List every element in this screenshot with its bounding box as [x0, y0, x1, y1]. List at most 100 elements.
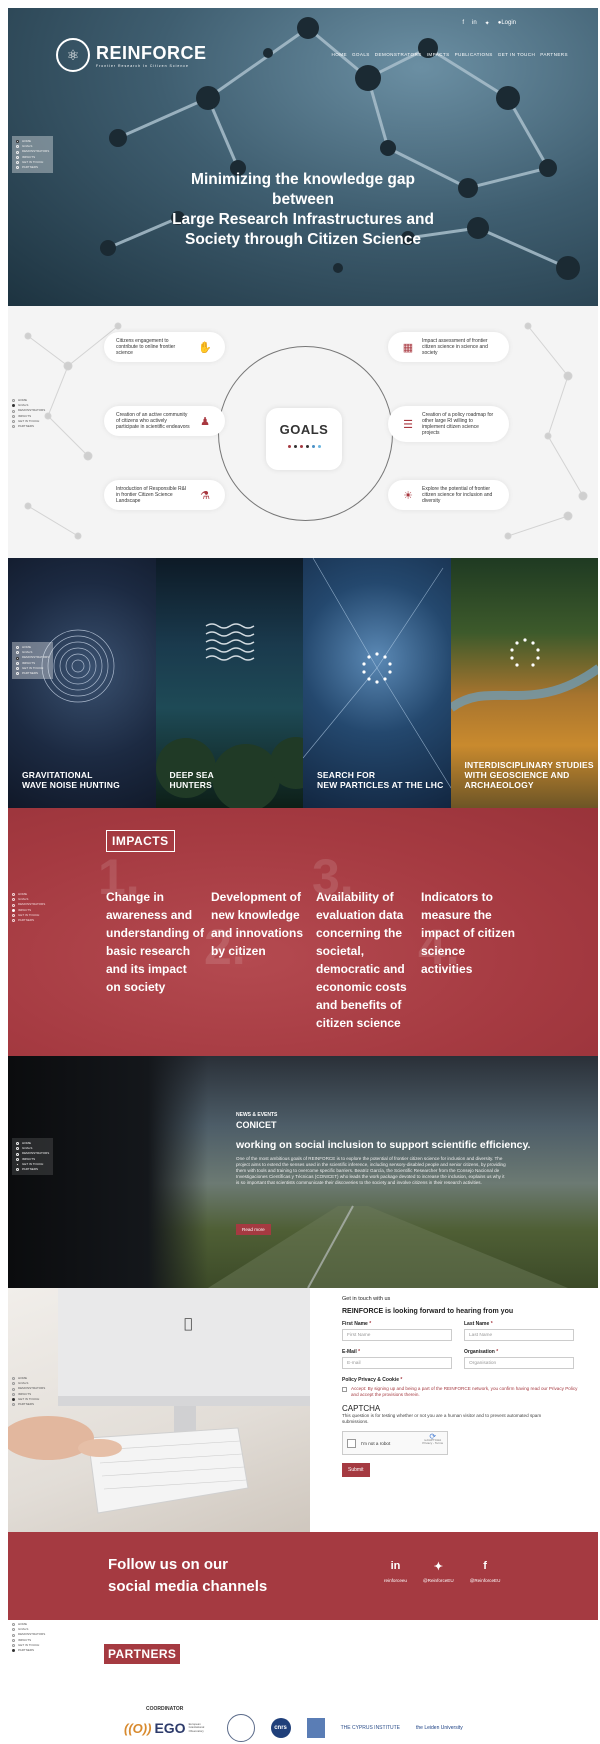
recaptcha-brand: ⟳ reCAPTCHA Privacy - Terms	[422, 1433, 443, 1446]
menu-item-home[interactable]: HOME	[332, 52, 347, 57]
impact-item: Indicators to measure the impact of citi…	[421, 890, 516, 976]
dot-icon	[12, 898, 15, 902]
required-mark: *	[490, 1321, 493, 1327]
social-title-line: Follow us on our	[108, 1556, 228, 1573]
goal-card[interactable]: Introduction of Responsible R&I in front…	[104, 480, 225, 510]
dot-nav-label: PARTNERS	[18, 1402, 35, 1407]
linkedin-icon: in	[390, 1560, 401, 1572]
recaptcha-checkbox[interactable]	[347, 1438, 356, 1448]
demonstrator-label: INTERDISCIPLINARY STUDIES WITH GEOSCIENCE…	[465, 760, 594, 790]
demonstrator-lhc-particles[interactable]: SEARCH FOR NEW PARTICLES AT THE LHC	[303, 558, 451, 808]
pager-dot[interactable]	[317, 445, 321, 448]
recaptcha-label: I'm not a robot	[361, 1440, 391, 1446]
cnrs-logo[interactable]: cnrs	[270, 1718, 291, 1738]
headline-line-1: Minimizing the knowledge gap between	[191, 171, 415, 208]
menu-item-demonstrators[interactable]: DEMONSTRATORS	[375, 52, 422, 57]
social-twitter[interactable]: ✦ @ReinforceEU	[423, 1560, 454, 1583]
goal-card[interactable]: Creation of an active community of citiz…	[104, 406, 225, 436]
goal-card[interactable]: ▦ Impact assessment of frontier citizen …	[388, 332, 509, 362]
site-logo[interactable]: ⚛ REINFORCE Frontier Research In Citizen…	[56, 38, 207, 72]
dot-icon	[12, 1623, 15, 1627]
social-title-line: social media channels	[108, 1578, 268, 1595]
email-field[interactable]: E-mail	[342, 1357, 452, 1369]
dot-nav-partners[interactable]: PARTNERS	[16, 165, 49, 170]
goal-card[interactable]: ☀ Explore the potential of frontier citi…	[388, 480, 509, 510]
news-section: NEWS & EVENTS CONICET working on social …	[8, 1056, 598, 1288]
social-section: Follow us on our social media channels i…	[8, 1532, 598, 1620]
required-mark: *	[496, 1349, 499, 1355]
dot-nav-partners[interactable]: PARTNERS	[12, 918, 45, 923]
contact-lead: REINFORCE is looking forward to hearing …	[342, 1308, 514, 1315]
social-linkedin[interactable]: in reinforceeu	[384, 1560, 407, 1583]
pager-dot[interactable]	[293, 445, 297, 448]
label-line: HUNTERS	[169, 780, 212, 790]
read-more-button[interactable]: Read more	[236, 1224, 271, 1235]
ego-subtitle: European Gravitational Observatory	[188, 1722, 205, 1733]
dot-icon	[12, 1392, 15, 1396]
seal-logo-icon[interactable]	[226, 1714, 255, 1742]
dot-icon	[12, 908, 15, 912]
cyprus-institute-logo[interactable]: THE CYPRUS INSTITUTE	[341, 1725, 400, 1731]
goal-card[interactable]: ☰ Creation of a policy roadmap for other…	[388, 406, 509, 442]
first-name-field[interactable]: First Name	[342, 1329, 452, 1341]
email-label: E-Mail *	[342, 1349, 452, 1355]
flask-icon: ⚗	[200, 489, 210, 502]
social-handle: reinforceeu	[384, 1578, 407, 1583]
hand-icon: ✋	[198, 341, 212, 354]
dot-icon	[12, 903, 15, 907]
dot-nav-partners[interactable]: PARTNERS	[16, 1167, 49, 1172]
login-link[interactable]: ●Login	[498, 20, 516, 27]
news-kicker: NEWS & EVENTS	[236, 1112, 278, 1118]
menu-item-get-in-touch[interactable]: GET IN TOUCH	[498, 52, 535, 57]
dot-nav-label: PARTNERS	[18, 1648, 35, 1653]
menu-item-partners[interactable]: PARTNERS	[540, 52, 568, 57]
pager-dot[interactable]	[311, 445, 315, 448]
linkedin-icon[interactable]: in	[472, 20, 477, 27]
dot-nav-partners[interactable]: PARTNERS	[12, 1648, 45, 1653]
demonstrator-deep-sea[interactable]: DEEP SEA HUNTERS	[155, 558, 303, 808]
social-facebook[interactable]: f @ReinforceEU	[470, 1560, 501, 1583]
demonstrator-gravitational-waves[interactable]: GRAVITATIONAL WAVE NOISE HUNTING	[8, 558, 156, 808]
pager-dot[interactable]	[299, 445, 303, 448]
pager-dot[interactable]	[305, 445, 309, 448]
dot-icon	[12, 913, 15, 917]
demonstrator-geoscience-archaeology[interactable]: INTERDISCIPLINARY STUDIES WITH GEOSCIENCE…	[450, 558, 598, 808]
dot-icon	[12, 419, 15, 423]
community-icon: ♟	[200, 415, 210, 428]
contact-form: Get in touch with us REINFORCE is lookin…	[342, 1296, 582, 1477]
dot-icon	[16, 140, 19, 144]
last-name-field[interactable]: Last Name	[464, 1329, 574, 1341]
dot-icon	[16, 1157, 19, 1161]
login-label: Login	[501, 20, 516, 26]
dot-icon	[12, 1377, 15, 1381]
recaptcha-terms[interactable]: Privacy - Terms	[422, 1441, 443, 1445]
sorbonne-logo-icon[interactable]	[306, 1718, 325, 1738]
menu-item-goals[interactable]: GOALS	[352, 52, 370, 57]
dot-nav-partners[interactable]: PARTNERS	[12, 424, 45, 429]
pager-dot[interactable]	[287, 445, 291, 448]
menu-item-publications[interactable]: PUBLICATIONS	[455, 52, 493, 57]
leiden-logo[interactable]: the Leiden University	[416, 1725, 463, 1731]
twitter-icon[interactable]: ✦	[485, 20, 490, 27]
menu-item-impacts[interactable]: IMPACTS	[427, 52, 450, 57]
contact-kicker: Get in touch with us	[342, 1296, 391, 1302]
policy-checkbox[interactable]	[342, 1387, 347, 1392]
submit-button[interactable]: Submit	[342, 1463, 370, 1477]
social-handle: @ReinforceEU	[469, 1578, 501, 1583]
coordinator-label: COORDINATOR	[146, 1706, 184, 1712]
goal-card[interactable]: Citizens engagement to contribute to onl…	[104, 332, 225, 362]
label-line: GRAVITATIONAL	[22, 770, 93, 780]
ego-logo[interactable]: ((O)) EGO European Gravitational Observa…	[124, 1720, 211, 1736]
captcha-title: CAPTCHA	[342, 1404, 381, 1413]
section-dot-nav: HOME GOALS DEMONSTRATORS IMPACTS GET IN …	[12, 892, 45, 923]
logo-name: REINFORCE	[96, 42, 207, 63]
organisation-field[interactable]: Organisation	[464, 1357, 574, 1369]
facebook-icon[interactable]: f	[462, 20, 464, 27]
dot-icon	[16, 145, 19, 149]
label-line: WITH GEOSCIENCE AND	[464, 770, 570, 780]
roadmap-icon: ☰	[403, 418, 413, 431]
dot-nav-partners[interactable]: PARTNERS	[16, 671, 49, 676]
hero-headline: Minimizing the knowledge gap between Lar…	[158, 170, 448, 250]
dot-nav-partners[interactable]: PARTNERS	[12, 1402, 45, 1407]
first-name-group: First Name * First Name	[342, 1321, 452, 1341]
